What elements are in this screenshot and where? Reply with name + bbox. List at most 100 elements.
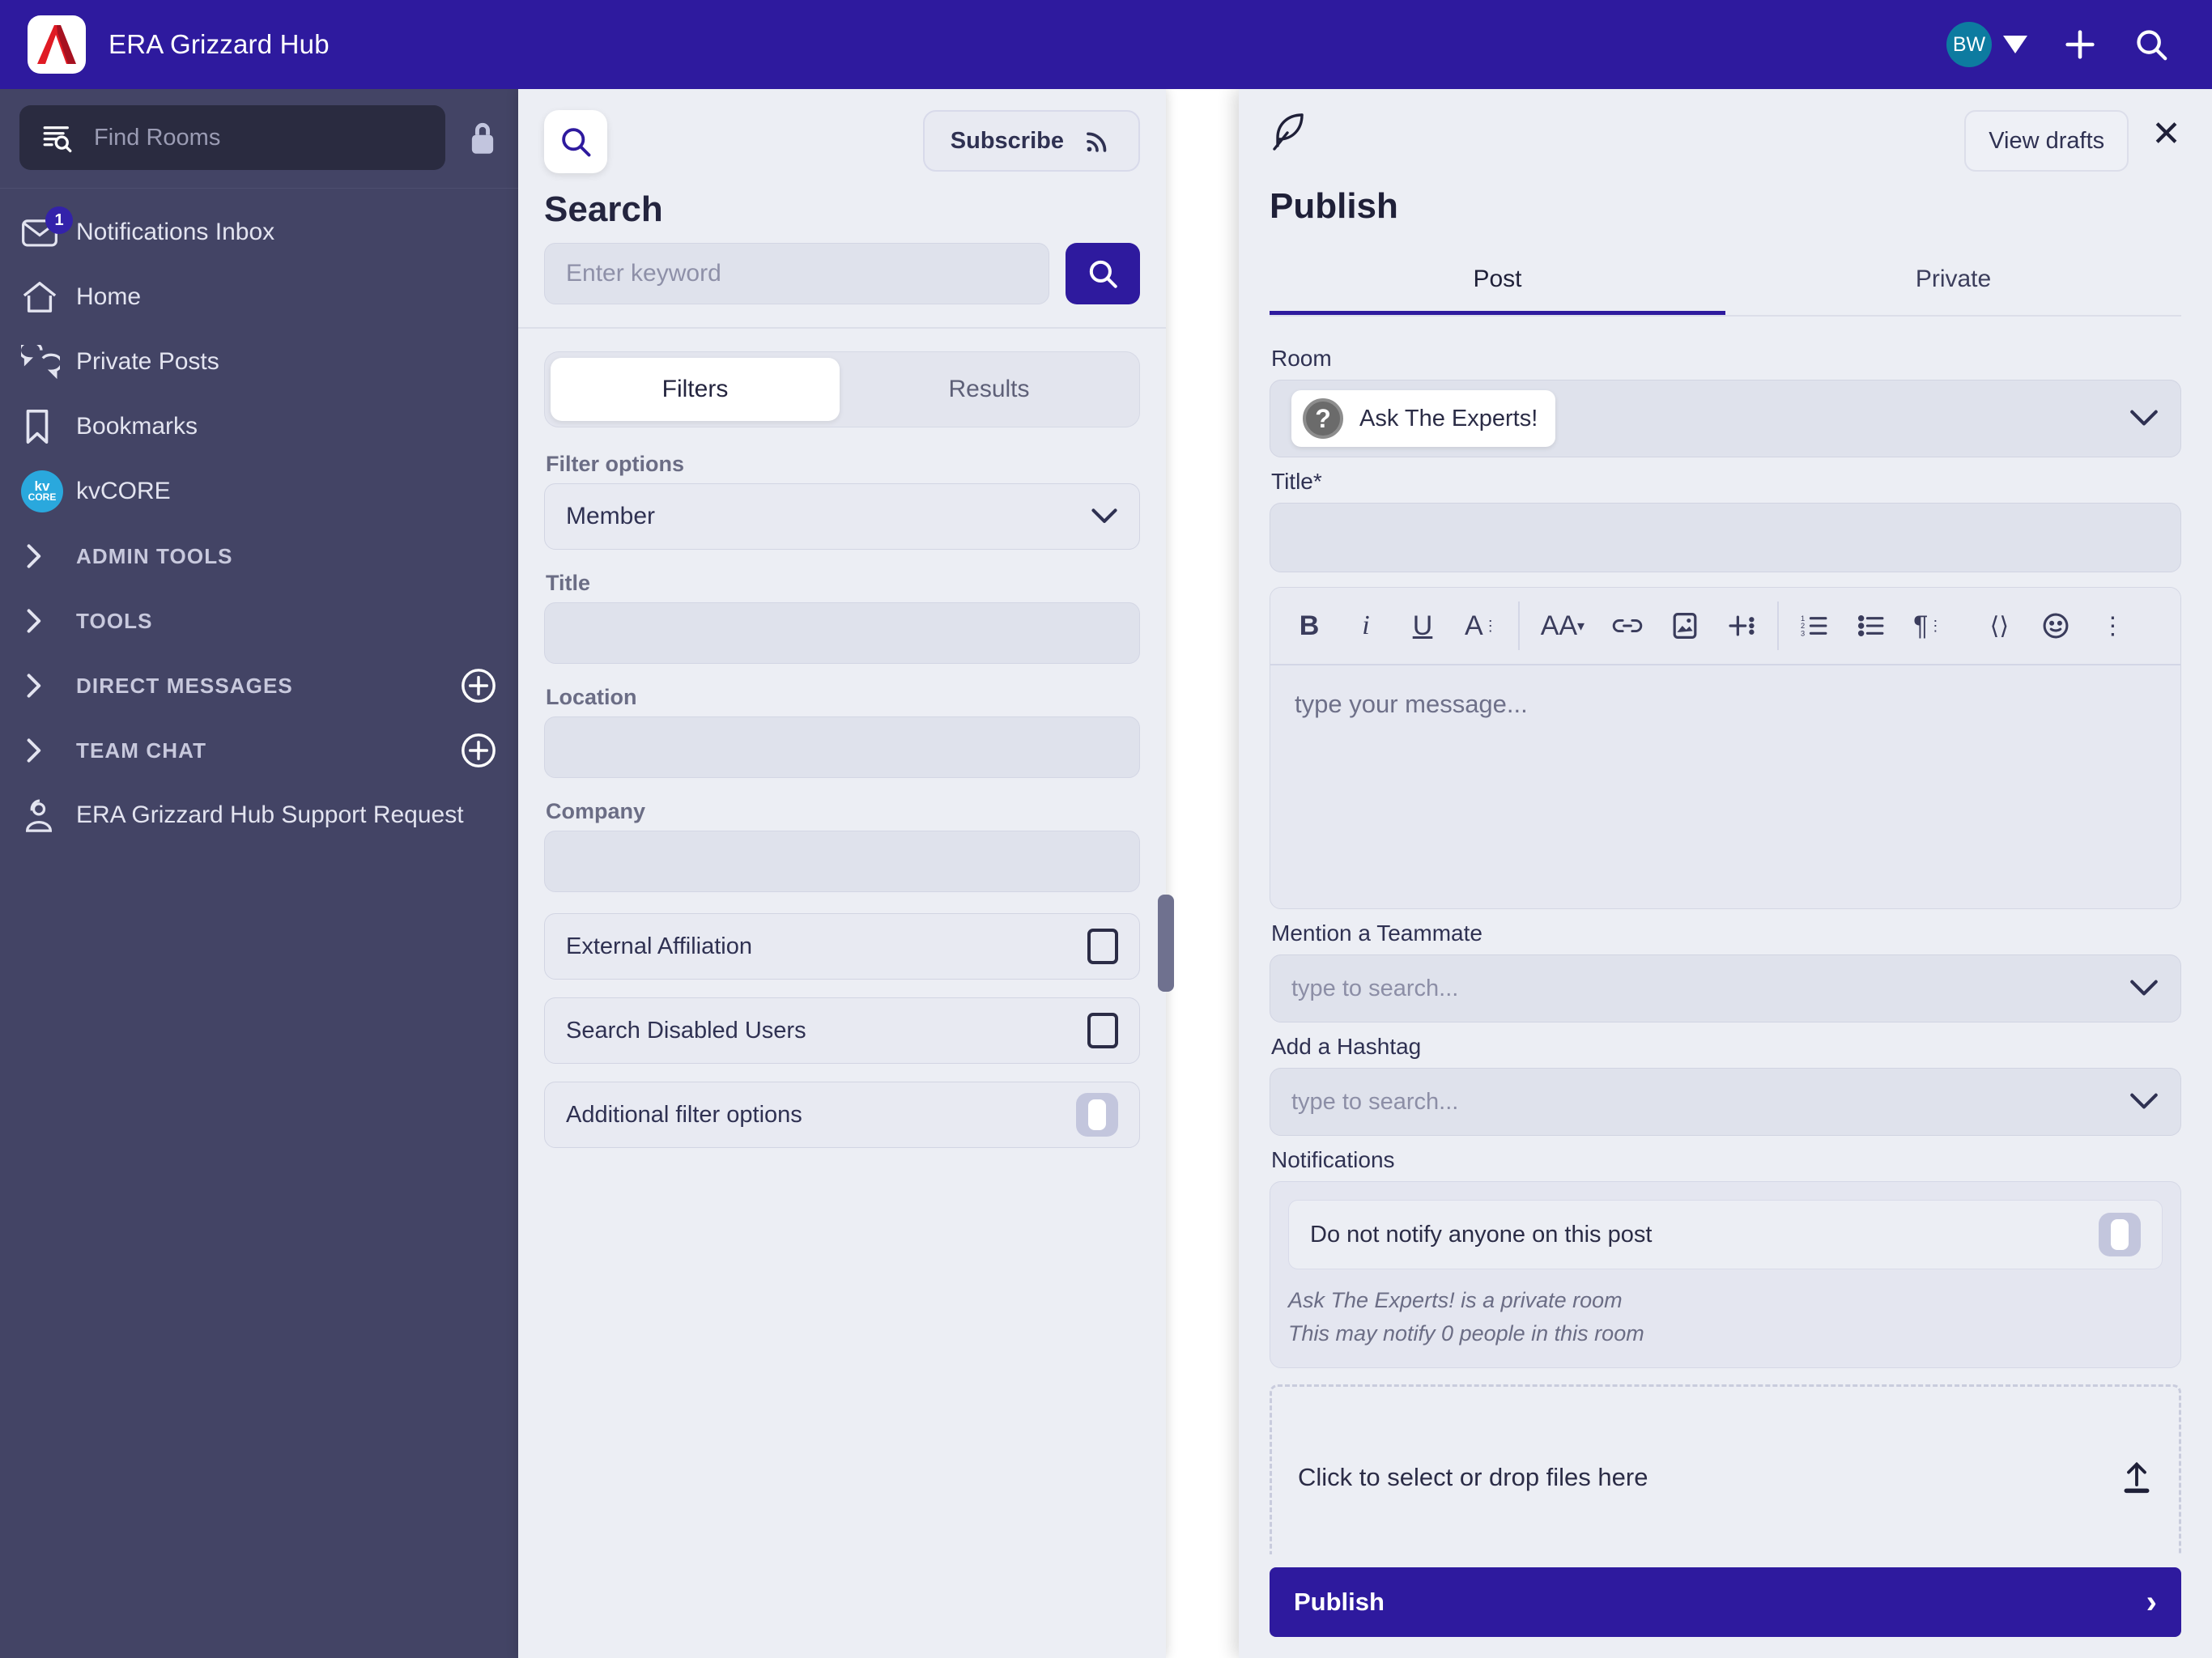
do-not-notify-toggle[interactable] — [2099, 1213, 2141, 1256]
publish-button[interactable]: Publish › — [1270, 1567, 2181, 1637]
top-bar-actions: BW — [1946, 22, 2184, 67]
search-input[interactable]: Enter keyword — [544, 243, 1049, 304]
external-affiliation-checkbox[interactable] — [1087, 929, 1118, 964]
code-icon[interactable]: ⟨⟩ — [1984, 612, 2014, 640]
sidebar-item-notifications-inbox[interactable]: 1 Notifications Inbox — [0, 200, 518, 265]
panel-resize-handle[interactable] — [1158, 895, 1174, 992]
company-input[interactable] — [544, 831, 1140, 892]
sidebar-item-private-posts[interactable]: Private Posts — [0, 329, 518, 394]
post-title-label: Title* — [1271, 469, 1322, 494]
post-title-input[interactable] — [1270, 503, 2181, 572]
body: Find Rooms 1 Notifications Inbox Home Pr… — [0, 89, 2212, 1658]
top-bar: ERA Grizzard Hub BW — [0, 0, 2212, 89]
lock-icon[interactable] — [466, 119, 499, 156]
sidebar-item-direct-messages[interactable]: DIRECT MESSAGES — [0, 653, 518, 718]
location-input[interactable] — [544, 716, 1140, 778]
file-dropzone[interactable]: Click to select or drop files here — [1270, 1384, 2181, 1554]
additional-filter-options-row[interactable]: Additional filter options — [544, 1082, 1140, 1148]
sidebar-item-label: kvCORE — [76, 478, 171, 504]
message-input[interactable]: type your message... — [1270, 665, 2180, 908]
sidebar-item-label: ERA Grizzard Hub Support Request — [76, 801, 464, 828]
sidebar-item-kvcore[interactable]: kv CORE kvCORE — [0, 459, 518, 524]
add-direct-message-button[interactable] — [460, 667, 497, 704]
company-label: Company — [546, 799, 646, 823]
search-submit-button[interactable] — [1066, 243, 1140, 304]
find-rooms-row: Find Rooms — [0, 89, 518, 189]
tab-results[interactable]: Results — [844, 358, 1134, 421]
sidebar-item-label: ADMIN TOOLS — [76, 543, 233, 568]
search-panel-header: Subscribe Search Enter keyword — [518, 89, 1166, 327]
feather-icon — [1270, 110, 1308, 152]
external-affiliation-label: External Affiliation — [566, 933, 752, 959]
view-drafts-button[interactable]: View drafts — [1964, 110, 2129, 172]
search-tabs: Filters Results — [544, 351, 1140, 427]
image-icon[interactable] — [1670, 611, 1699, 640]
toggle-knob — [1088, 1099, 1106, 1130]
emoji-icon[interactable] — [2041, 611, 2070, 640]
do-not-notify-row[interactable]: Do not notify anyone on this post — [1288, 1200, 2163, 1269]
text-style-icon[interactable]: A ⋮ — [1465, 610, 1498, 642]
do-not-notify-label: Do not notify anyone on this post — [1310, 1221, 1653, 1248]
caret-down-icon[interactable] — [2003, 36, 2027, 53]
tab-filters[interactable]: Filters — [551, 358, 840, 421]
upload-icon[interactable] — [2121, 1460, 2153, 1495]
sidebar-item-label: TOOLS — [76, 608, 153, 633]
link-icon[interactable] — [1612, 614, 1643, 638]
mention-label: Mention a Teammate — [1271, 920, 1482, 946]
sidebar-item-support-request[interactable]: ERA Grizzard Hub Support Request — [0, 783, 518, 848]
title-input[interactable] — [544, 602, 1140, 664]
mention-input[interactable]: type to search... — [1270, 954, 2181, 1022]
tab-post[interactable]: Post — [1270, 248, 1725, 315]
chevron-right-icon — [21, 736, 76, 765]
hashtag-input[interactable]: type to search... — [1270, 1068, 2181, 1136]
sidebar-item-tools[interactable]: TOOLS — [0, 589, 518, 653]
dropzone-label: Click to select or drop files here — [1298, 1463, 1648, 1491]
search-disabled-users-row[interactable]: Search Disabled Users — [544, 997, 1140, 1064]
room-select[interactable]: ? Ask The Experts! — [1270, 380, 2181, 457]
italic-icon[interactable]: i — [1351, 610, 1380, 641]
insert-icon[interactable] — [1727, 613, 1756, 639]
search-panel: Subscribe Search Enter keyword Filters R… — [518, 89, 1174, 1658]
avatar[interactable]: BW — [1946, 22, 1992, 67]
app-root: ERA Grizzard Hub BW Find Rooms 1 Notific… — [0, 0, 2212, 1658]
editor-toolbar: B i U A ⋮ AA ▾ 1 2 3 ¶ ⋮ ⟨⟩ ⋮ — [1270, 588, 2180, 665]
search-icon[interactable] — [2133, 26, 2170, 63]
plus-icon[interactable] — [2061, 26, 2099, 63]
user-menu[interactable]: BW — [1946, 22, 2027, 67]
divider — [518, 327, 1166, 329]
publish-button-label: Publish — [1294, 1588, 1385, 1616]
more-options-icon[interactable]: ⋮ — [2098, 612, 2127, 640]
chat-bubbles-icon — [21, 345, 76, 379]
note-line-1: Ask The Experts! is a private room — [1288, 1288, 1623, 1312]
mention-placeholder: type to search... — [1291, 975, 1459, 1001]
external-affiliation-row[interactable]: External Affiliation — [544, 913, 1140, 980]
additional-filter-options-toggle[interactable] — [1076, 1093, 1118, 1137]
hashtag-placeholder: type to search... — [1291, 1088, 1459, 1115]
search-disabled-users-checkbox[interactable] — [1087, 1013, 1118, 1048]
sidebar-item-bookmarks[interactable]: Bookmarks — [0, 394, 518, 459]
add-team-chat-button[interactable] — [460, 732, 497, 769]
sidebar-item-label: Home — [76, 283, 142, 310]
notifications-box: Do not notify anyone on this post Ask Th… — [1270, 1181, 2181, 1368]
publish-footer: Publish › — [1239, 1554, 2212, 1658]
sidebar-item-home[interactable]: Home — [0, 265, 518, 329]
tab-private[interactable]: Private — [1725, 248, 2181, 315]
room-value: Ask The Experts! — [1359, 405, 1538, 432]
filter-options-select[interactable]: Member — [544, 483, 1140, 550]
subscribe-button[interactable]: Subscribe — [922, 110, 1140, 172]
find-rooms-input[interactable]: Find Rooms — [19, 105, 445, 170]
sidebar-item-label: Bookmarks — [76, 413, 198, 440]
sidebar-item-admin-tools[interactable]: ADMIN TOOLS — [0, 524, 518, 589]
font-size-icon[interactable]: AA ▾ — [1541, 610, 1585, 642]
bold-icon[interactable]: B — [1295, 610, 1324, 642]
ordered-list-icon[interactable]: 1 2 3 — [1800, 613, 1829, 639]
close-icon[interactable]: ✕ — [2151, 110, 2181, 152]
sidebar-item-label: Private Posts — [76, 348, 219, 375]
underline-icon[interactable]: U — [1408, 610, 1437, 642]
chevron-down-icon — [2129, 979, 2159, 998]
rss-icon — [1087, 132, 1107, 152]
paragraph-icon[interactable]: ¶ ⋮ — [1913, 610, 1942, 642]
sidebar-item-team-chat[interactable]: TEAM CHAT — [0, 718, 518, 783]
bulleted-list-icon[interactable] — [1857, 613, 1886, 639]
sidebar-item-label: DIRECT MESSAGES — [76, 673, 293, 698]
